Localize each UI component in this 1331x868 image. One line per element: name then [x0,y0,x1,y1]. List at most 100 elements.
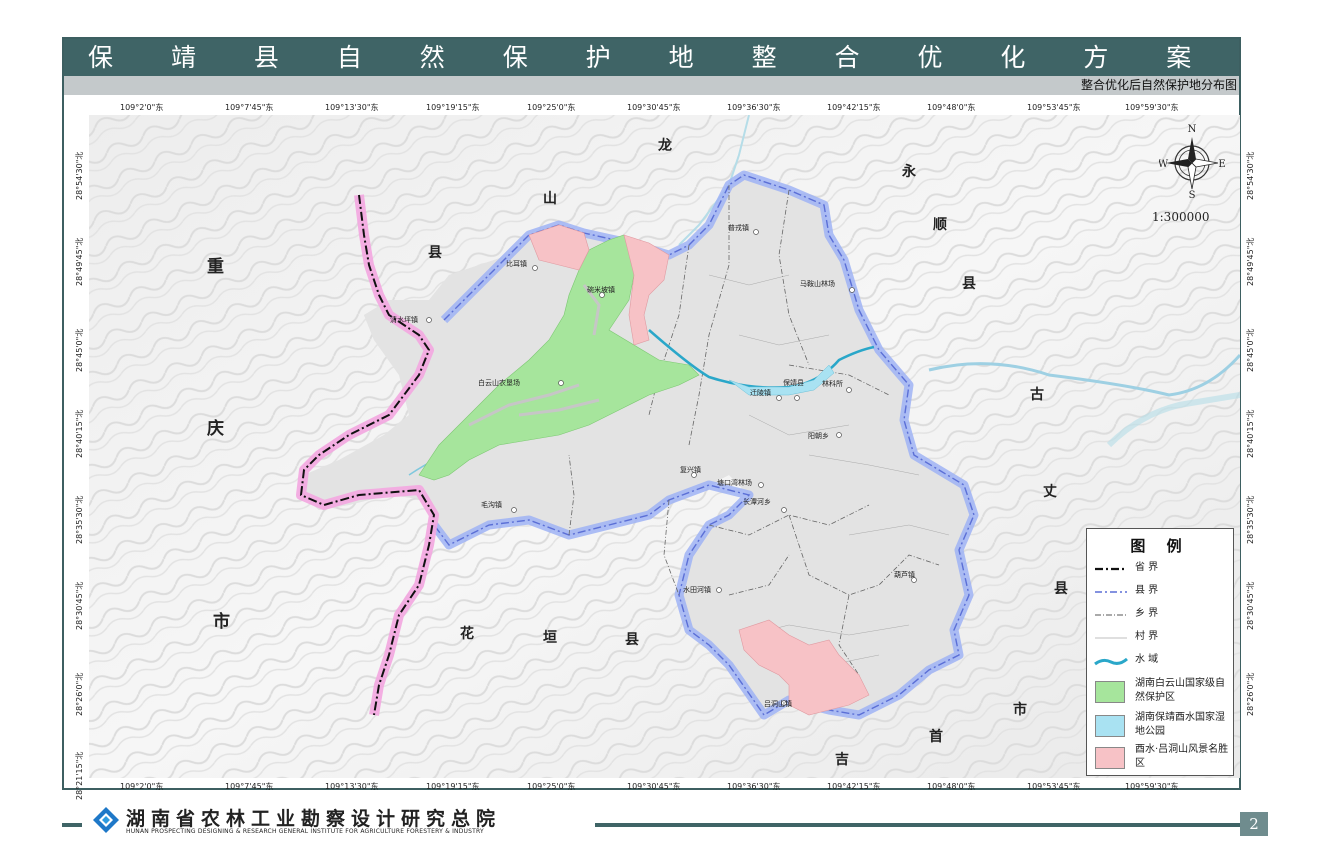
bottom-tick: 109°19'15"东 [426,782,480,791]
town-label: 毛沟镇 [481,501,502,509]
region-jishou-3: 市 [1013,702,1027,718]
region-guzhang-2: 丈 [1043,484,1057,500]
bottom-tick: 109°25'0"东 [527,782,576,791]
legend-item-province: 省 界 [1093,559,1231,579]
right-tick: 28°54'30"北 [1246,151,1255,200]
footer-line-right [595,823,1240,827]
compass-e: E [1218,159,1225,170]
township-line-icon [1095,614,1127,616]
county-line-icon [1095,591,1127,593]
legend-item-wetland: 湖南保靖酉水国家湿地公园 [1093,711,1231,741]
bottom-tick: 109°13'30"东 [325,782,379,791]
town-label: 普戎镇 [728,224,749,232]
institute-name: 湖南省农林工业勘察设计研究总院 [126,808,502,830]
top-tick: 109°53'45"东 [1027,103,1081,112]
left-tick: 28°30'45"北 [75,581,84,630]
map-legend: 图 例 省 界 县 界 乡 界 村 界 水 域 湖南白云山国家级自然保护区 湖南… [1086,528,1234,776]
top-tick: 109°59'30"东 [1125,103,1179,112]
legend-item-scenic: 酉水·吕洞山风景名胜区 [1093,743,1231,773]
bottom-tick: 109°36'30"东 [727,782,781,791]
map-scale: 1:300000 [1152,210,1210,224]
legend-label: 省 界 [1135,562,1159,573]
left-tick: 28°45'0"北 [75,328,84,372]
legend-item-county: 县 界 [1093,582,1231,602]
top-tick: 109°25'0"东 [527,103,576,112]
legend-item-township: 乡 界 [1093,605,1231,625]
town-label: 水田河镇 [683,586,711,594]
reserve-swatch [1095,681,1125,703]
bottom-tick: 109°7'45"东 [225,782,274,791]
bottom-tick: 109°59'30"东 [1125,782,1179,791]
region-chongqing-3: 市 [213,612,230,632]
subtitle-bar [64,76,1239,95]
village-line-icon [1095,637,1127,639]
region-huayuan-2: 垣 [543,630,557,646]
town-label: 碗米坡镇 [587,286,615,294]
region-huayuan-3: 县 [625,632,639,648]
left-tick: 28°54'30"北 [75,151,84,200]
town-label: 吕洞山镇 [764,700,792,708]
legend-item-village: 村 界 [1093,628,1231,648]
right-tick: 28°40'15"北 [1246,409,1255,458]
right-tick: 28°35'30"北 [1246,495,1255,544]
top-tick: 109°19'15"东 [426,103,480,112]
town-label: 塘口湾林场 [717,479,752,487]
town-label: 保靖县 [783,379,804,387]
region-jishou-2: 首 [929,729,943,745]
water-icon [1094,657,1128,666]
town-label: 白云山农垦场 [478,379,520,387]
left-tick: 28°35'30"北 [75,495,84,544]
region-yongshun-3: 县 [962,276,976,292]
left-tick: 28°49'45"北 [75,237,84,286]
town-label: 长潭河乡 [743,498,771,506]
town-label: 阳朝乡 [808,432,829,440]
institute-logo-icon [93,807,119,833]
legend-label: 县 界 [1135,585,1159,596]
top-tick: 109°36'30"东 [727,103,781,112]
town-label: 马鞍山林场 [800,280,835,288]
province-line-icon [1095,567,1127,571]
left-tick: 28°40'15"北 [75,409,84,458]
bottom-tick: 109°30'45"东 [627,782,681,791]
region-yongshun-1: 永 [902,164,916,180]
region-guzhang-3: 县 [1054,581,1068,597]
legend-label: 水 域 [1135,654,1159,665]
legend-title: 图 例 [1130,537,1190,555]
legend-label: 村 界 [1135,631,1159,642]
legend-item-water: 水 域 [1093,651,1231,671]
bottom-tick: 109°48'0"东 [927,782,976,791]
legend-label: 湖南白云山国家级自然保护区 [1135,678,1225,703]
top-tick: 109°42'15"东 [827,103,881,112]
footer-line-left [62,823,82,827]
region-longshan-2: 山 [543,191,557,207]
legend-label: 湖南保靖酉水国家湿地公园 [1135,712,1225,737]
top-tick: 109°2'0"东 [120,103,164,112]
left-tick: 28°26'0"北 [75,672,84,716]
left-tick: 28°21'15"北 [75,751,84,800]
town-label: 复兴镇 [680,466,701,474]
page-number: 2 [1240,812,1268,836]
institute-name-en: HUNAN PROSPECTING DESIGNING & RESEARCH G… [126,828,484,835]
region-chongqing-2: 庆 [207,419,224,439]
map-canvas [89,115,1240,778]
region-guzhang-1: 古 [1030,387,1044,403]
bottom-tick: 109°53'45"东 [1027,782,1081,791]
region-jishou-1: 吉 [835,752,849,768]
town-label: 葫芦镇 [894,571,915,579]
legend-label: 酉水·吕洞山风景名胜区 [1135,744,1229,769]
town-label: 迁陵镇 [750,389,771,397]
top-tick: 109°13'30"东 [325,103,379,112]
compass-w: W [1159,159,1169,170]
region-chongqing-1: 重 [207,257,224,277]
right-tick: 28°26'0"北 [1246,672,1255,716]
compass-n: N [1188,124,1197,135]
page-title: 保 靖 县 自 然 保 护 地 整 合 优 化 方 案 [88,43,1217,72]
right-tick: 28°45'0"北 [1246,328,1255,372]
legend-label: 乡 界 [1135,608,1159,619]
scenic-swatch [1095,747,1125,769]
top-tick: 109°7'45"东 [225,103,274,112]
town-label: 清水坪镇 [390,316,418,324]
compass-s: S [1189,190,1196,198]
top-tick: 109°48'0"东 [927,103,976,112]
right-tick: 28°30'45"北 [1246,581,1255,630]
